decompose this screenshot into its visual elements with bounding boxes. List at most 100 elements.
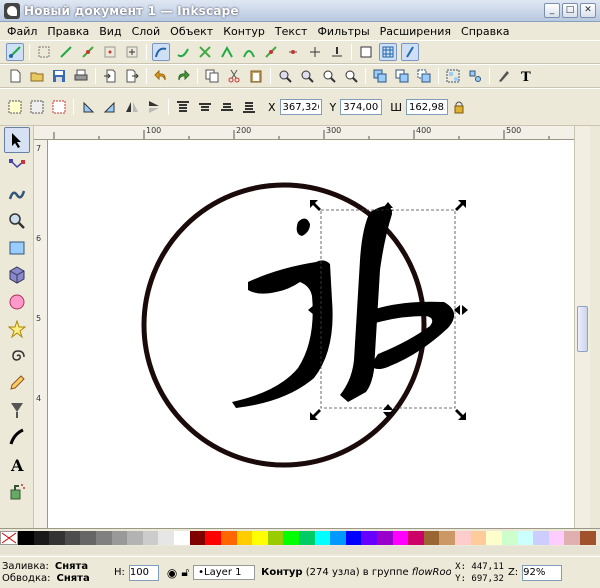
color-swatch[interactable] [470, 530, 487, 545]
paste-icon[interactable] [247, 67, 265, 85]
vertical-scrollbar[interactable] [574, 126, 590, 528]
width-field[interactable] [406, 99, 449, 115]
select-all-icon[interactable] [6, 98, 24, 116]
color-swatch[interactable] [564, 530, 580, 545]
color-swatch[interactable] [189, 530, 206, 545]
padlock-icon[interactable]: 🔓︎ [181, 565, 189, 580]
color-swatch[interactable] [127, 530, 143, 545]
resize-handle-nw-icon[interactable] [310, 200, 321, 211]
snap-bbox-icon[interactable] [35, 43, 53, 61]
snap-smooth-node-icon[interactable] [240, 43, 258, 61]
snap-intersection-icon[interactable] [196, 43, 214, 61]
menu-view[interactable]: Вид [94, 25, 126, 38]
color-swatch[interactable] [252, 530, 268, 545]
drawing-canvas[interactable] [48, 140, 574, 528]
snap-line-midpoint-icon[interactable] [262, 43, 280, 61]
color-swatch[interactable] [361, 530, 378, 545]
close-button[interactable]: ✕ [580, 3, 596, 18]
save-icon[interactable] [50, 67, 68, 85]
spray-tool-icon[interactable] [4, 478, 30, 504]
menu-extensions[interactable]: Расширения [375, 25, 456, 38]
menu-path[interactable]: Контур [218, 25, 270, 38]
color-swatch[interactable] [501, 530, 518, 545]
zoom-selection-icon[interactable] [276, 67, 294, 85]
rotate-ccw-icon[interactable] [79, 98, 97, 116]
color-swatch[interactable] [80, 530, 97, 545]
x-field[interactable] [279, 99, 322, 115]
menu-filters[interactable]: Фильтры [312, 25, 374, 38]
pen-tool-icon[interactable] [4, 397, 30, 423]
lower-icon[interactable] [218, 98, 236, 116]
color-swatch[interactable] [111, 530, 128, 545]
lower-to-bottom-icon[interactable] [240, 98, 258, 116]
copy-icon[interactable] [203, 67, 221, 85]
color-swatch[interactable] [236, 530, 253, 545]
fill-stroke-icon[interactable] [495, 67, 513, 85]
minimize-button[interactable]: _ [544, 3, 560, 18]
maximize-button[interactable]: □ [562, 3, 578, 18]
resize-handle-e-icon[interactable] [454, 305, 468, 315]
color-swatch[interactable] [314, 530, 331, 545]
snap-text-baseline-icon[interactable] [328, 43, 346, 61]
zoom-tool-icon[interactable] [4, 208, 30, 234]
clone-icon[interactable] [393, 67, 411, 85]
undo-icon[interactable] [152, 67, 170, 85]
rotate-cw-icon[interactable] [101, 98, 119, 116]
snap-object-midpoint-icon[interactable] [284, 43, 302, 61]
node-tool-icon[interactable] [4, 154, 30, 180]
text-tool-icon[interactable]: A [4, 451, 30, 477]
import-icon[interactable] [101, 67, 119, 85]
duplicate-icon[interactable] [371, 67, 389, 85]
resize-handle-ne-icon[interactable] [455, 200, 466, 211]
color-swatch[interactable] [517, 530, 534, 545]
opacity-field[interactable] [128, 564, 159, 581]
export-icon[interactable] [123, 67, 141, 85]
snap-midpoint-icon[interactable] [101, 43, 119, 61]
unlink-clone-icon[interactable] [415, 67, 433, 85]
menu-object[interactable]: Объект [165, 25, 218, 38]
color-swatch[interactable] [64, 530, 81, 545]
snap-cusp-node-icon[interactable] [218, 43, 236, 61]
lock-icon[interactable] [450, 98, 468, 116]
color-swatch[interactable] [283, 530, 299, 545]
snap-grid-icon[interactable] [379, 43, 397, 61]
menu-layer[interactable]: Слой [127, 25, 166, 38]
color-swatch[interactable] [392, 530, 409, 545]
snap-page-border-icon[interactable] [357, 43, 375, 61]
color-swatch[interactable] [330, 530, 346, 545]
snap-rotation-center-icon[interactable] [306, 43, 324, 61]
menu-text[interactable]: Текст [270, 25, 313, 38]
calligraphy-tool-icon[interactable] [4, 424, 30, 450]
selector-tool-icon[interactable] [4, 127, 30, 153]
color-swatch[interactable] [298, 530, 315, 545]
3d-box-tool-icon[interactable] [4, 262, 30, 288]
color-swatch[interactable] [158, 530, 175, 545]
color-swatch[interactable] [142, 530, 159, 545]
pencil-tool-icon[interactable] [4, 370, 30, 396]
no-paint-swatch[interactable] [0, 530, 18, 545]
zoom-drawing-icon[interactable] [298, 67, 316, 85]
snap-guide-icon[interactable] [401, 43, 419, 61]
fill-value[interactable]: Снята [55, 561, 88, 572]
snap-bbox-edge-icon[interactable] [57, 43, 75, 61]
color-swatch[interactable] [345, 530, 362, 545]
snap-path-icon[interactable] [174, 43, 192, 61]
eye-icon[interactable]: ◉ [167, 566, 177, 580]
select-all-layers-icon[interactable] [28, 98, 46, 116]
color-swatch[interactable] [96, 530, 112, 545]
color-swatch[interactable] [548, 530, 565, 545]
redo-icon[interactable] [174, 67, 192, 85]
menu-edit[interactable]: Правка [42, 25, 94, 38]
ungroup-icon[interactable] [466, 67, 484, 85]
open-folder-icon[interactable] [28, 67, 46, 85]
color-swatch[interactable] [377, 530, 393, 545]
snap-enable-icon[interactable] [6, 43, 24, 61]
text-font-icon[interactable]: T [517, 67, 535, 85]
color-swatch[interactable] [33, 530, 50, 545]
star-tool-icon[interactable] [4, 316, 30, 342]
new-document-icon[interactable] [6, 67, 24, 85]
color-swatch[interactable] [439, 530, 456, 545]
group-icon[interactable] [444, 67, 462, 85]
zoom-field[interactable] [522, 564, 563, 581]
zoom-width-icon[interactable] [342, 67, 360, 85]
